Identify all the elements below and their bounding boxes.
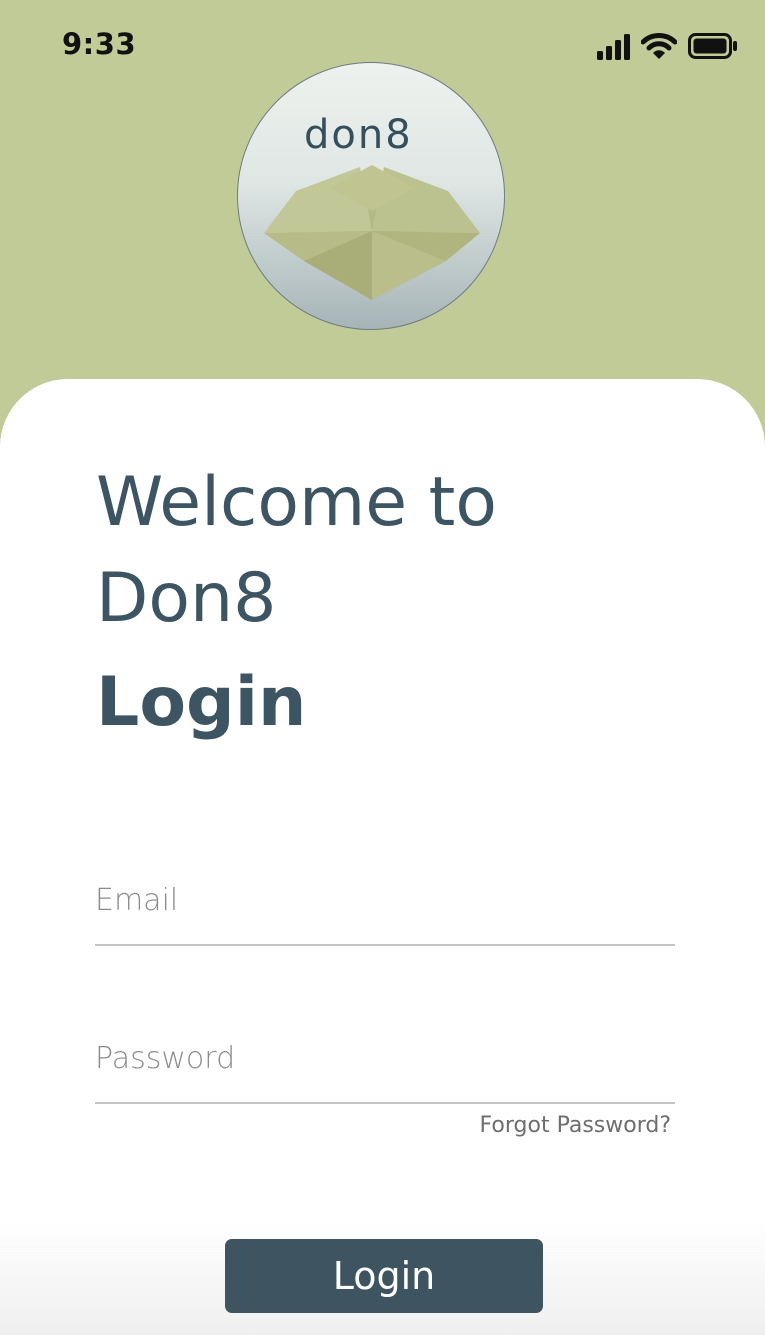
login-button[interactable]: Login [225, 1239, 543, 1313]
password-field-container [95, 1018, 675, 1104]
forgot-password-link[interactable]: Forgot Password? [480, 1113, 671, 1138]
email-field-container [95, 860, 675, 946]
cellular-signal-icon [597, 34, 630, 60]
page-title: Login [96, 663, 307, 742]
box-icon [264, 165, 480, 300]
wifi-icon [641, 33, 677, 59]
password-field[interactable] [95, 1018, 675, 1098]
email-field[interactable] [95, 860, 675, 940]
welcome-heading: Welcome to Don8 [96, 463, 497, 638]
app-logo: don8 [237, 62, 505, 330]
logo-wordmark: don8 [304, 112, 413, 158]
status-time: 9:33 [62, 27, 137, 61]
battery-icon [688, 33, 737, 59]
